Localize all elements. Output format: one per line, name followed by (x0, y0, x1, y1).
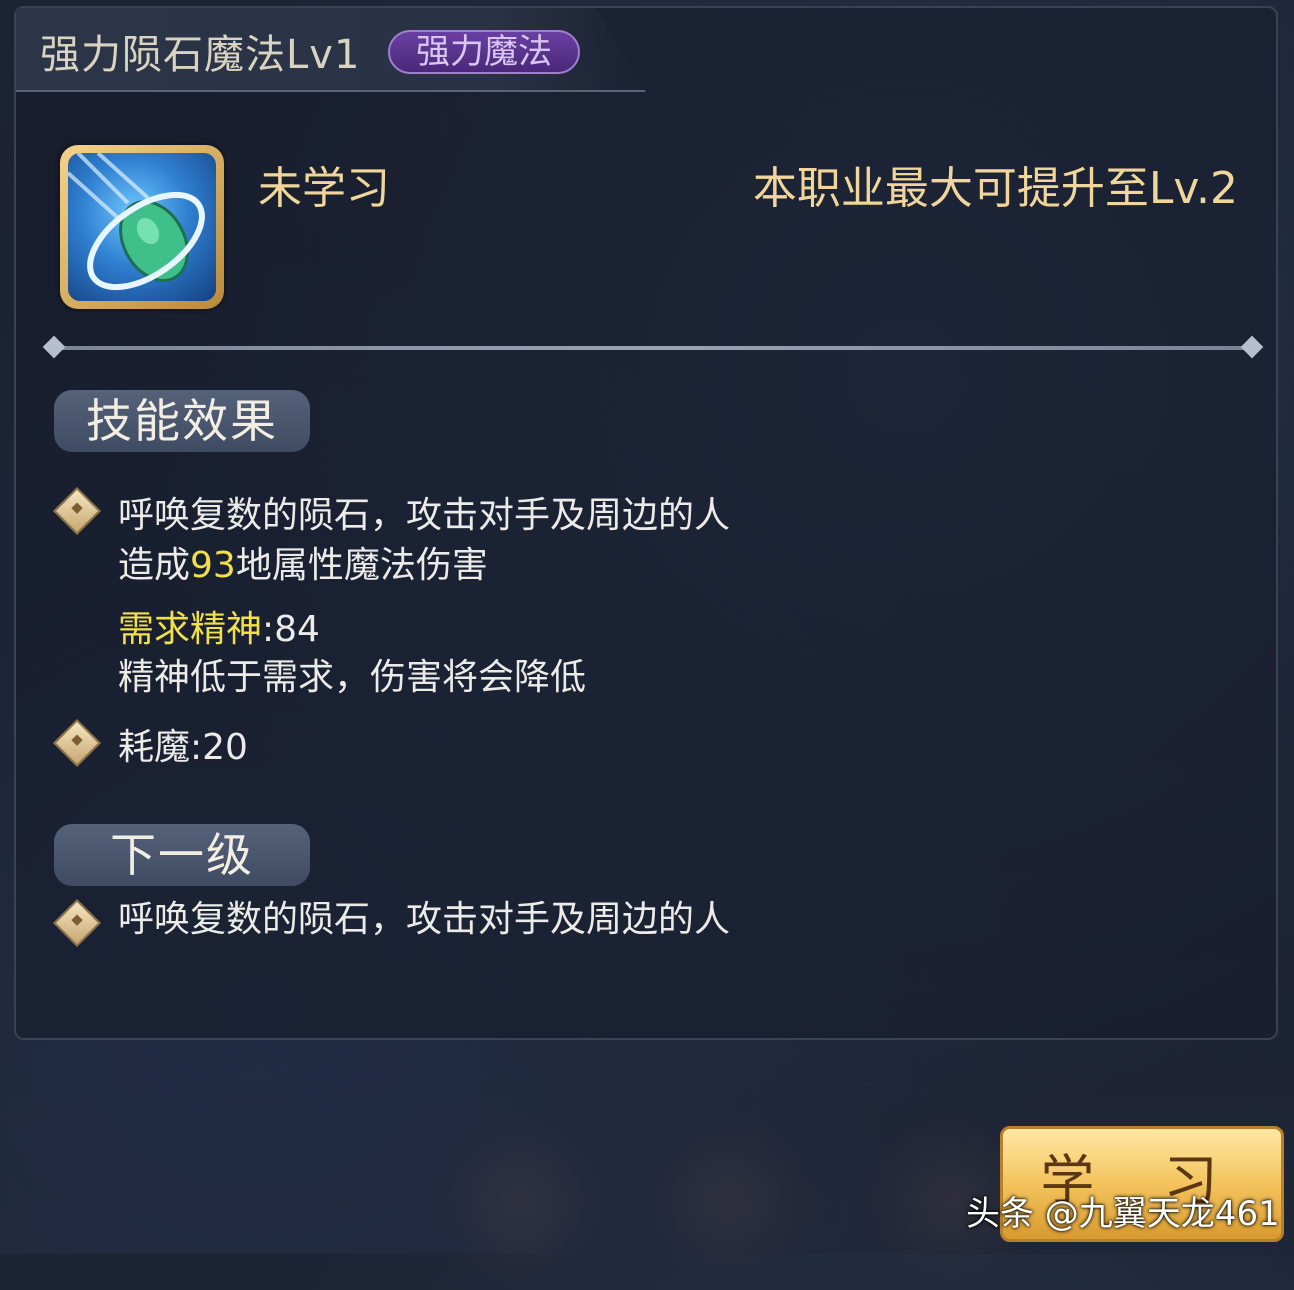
next-level-heading: 下一级 (54, 824, 310, 886)
effect-description-line2: 造成93地属性魔法伤害 (118, 536, 488, 588)
damage-value: 93 (190, 545, 236, 586)
section-divider (42, 335, 1264, 359)
background-orb (430, 1110, 610, 1290)
meteor-orb-icon (68, 153, 216, 301)
skill-icon-frame[interactable] (60, 145, 224, 309)
next-level-description-line2: 造成 地属性魔法伤害 (118, 938, 453, 948)
category-badge-label: 强力魔法 (388, 30, 580, 74)
background-orb (640, 1110, 820, 1290)
requirement-value: :84 (262, 609, 320, 650)
next-level-scroll-area[interactable]: 呼唤复数的陨石，攻击对手及周边的人 造成 地属性魔法伤害 (0, 880, 1294, 948)
requirement-note: 精神低于需求，伤害将会降低 (118, 657, 587, 698)
spirit-requirement: 需求精神:84 (118, 600, 320, 652)
max-level-note: 本职业最大可提升至Lv.2 (752, 163, 1238, 214)
next-level-description-line1: 呼唤复数的陨石，攻击对手及周边的人 (118, 899, 731, 940)
effect-description-line1: 呼唤复数的陨石，攻击对手及周边的人 (118, 495, 731, 536)
damage-prefix: 造成 (118, 545, 191, 586)
category-badge: 强力魔法 (380, 30, 588, 74)
skill-title: 强力陨石魔法Lv1 (40, 32, 361, 78)
effect-section-heading: 技能效果 (54, 390, 310, 452)
damage-suffix: 地属性魔法伤害 (235, 545, 488, 586)
learn-status: 未学习 (258, 163, 390, 214)
requirement-label: 需求精神 (118, 609, 263, 650)
watermark: 头条 @九翼天龙461 (966, 1194, 1280, 1234)
mana-cost: 耗魔:20 (118, 727, 248, 768)
